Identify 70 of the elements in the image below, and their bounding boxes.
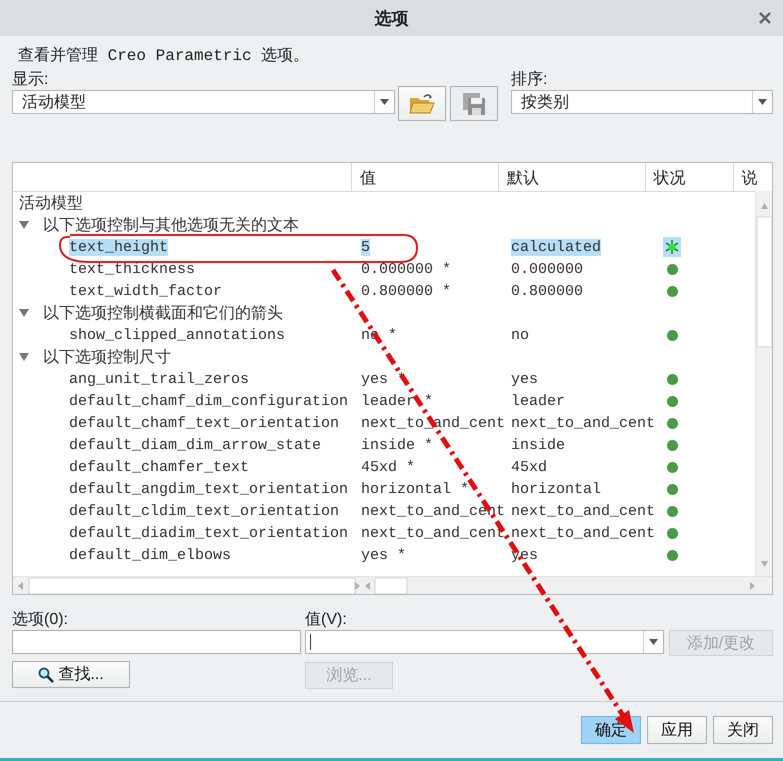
column-header[interactable]: 默认 (506, 170, 539, 187)
option-value: horizontal * (361, 480, 470, 498)
option-value: yes * (361, 546, 406, 564)
option-name: default_chamf_text_orientation (69, 414, 340, 432)
expanded-arrow-icon[interactable] (19, 308, 29, 318)
horizontal-scrollbar[interactable] (13, 576, 772, 594)
default-value: 0.800000 (511, 282, 584, 300)
option-value: 0.800000 * (361, 282, 452, 300)
option-value: 0.000000 * (361, 260, 452, 278)
expanded-arrow-icon[interactable] (19, 352, 29, 362)
find-button[interactable]: 查找... (12, 661, 130, 688)
vertical-scrollbar[interactable] (755, 191, 772, 576)
group-label[interactable]: 以下选项控制尺寸 (43, 346, 171, 368)
expanded-arrow-icon[interactable] (19, 220, 29, 230)
value-label: 值(V): (305, 610, 348, 630)
option-value: 5 (361, 238, 370, 256)
option-name: text_thickness (69, 260, 196, 278)
default-value: next_to_and_cent (511, 502, 656, 520)
window-title: 选项 (374, 8, 408, 30)
group-label[interactable]: 以下选项控制横截面和它们的箭头 (43, 302, 283, 324)
column-header[interactable]: 值 (360, 170, 376, 187)
tree-root-label: 活动模型 (19, 194, 83, 214)
default-value: 45xd (511, 458, 548, 476)
display-dropdown[interactable]: 活动模型 (12, 90, 395, 114)
option-name: default_diam_dim_arrow_state (69, 436, 322, 454)
column-header[interactable]: 说 (742, 170, 758, 187)
option-name: default_chamf_dim_configuration (69, 392, 348, 410)
close-icon[interactable] (759, 12, 771, 24)
default-value: next_to_and_cent (511, 524, 656, 542)
dropdown-caret-icon (380, 99, 389, 105)
default-value: yes (511, 546, 538, 564)
dropdown-caret-icon (758, 99, 767, 105)
default-value: next_to_and_cent (511, 414, 656, 432)
default-value: horizontal (511, 480, 602, 498)
group-label[interactable]: 以下选项控制与其他选项无关的文本 (43, 214, 299, 236)
display-label: 显示: (12, 70, 50, 90)
save-icon (462, 92, 486, 116)
option-name: ang_unit_trail_zeros (69, 370, 250, 388)
search-icon (38, 666, 54, 682)
value-dropdown[interactable] (305, 630, 664, 654)
option-name: show_clipped_annotations (69, 326, 286, 344)
option-name: default_angdim_text_orientation (69, 480, 348, 498)
default-value: calculated (511, 238, 602, 256)
default-value: yes (511, 370, 538, 388)
option-label: 选项(0): (12, 610, 69, 630)
default-value: no (511, 326, 530, 344)
option-name: default_dim_elbows (69, 546, 232, 564)
description-text: 查看并管理 Creo Parametric 选项。 (18, 46, 310, 65)
option-value: inside * (361, 436, 434, 454)
option-name: default_diadim_text_orientation (69, 524, 348, 542)
column-header[interactable]: 状况 (654, 170, 686, 187)
option-name: text_width_factor (69, 282, 222, 300)
open-button[interactable] (398, 86, 446, 121)
option-input-field[interactable] (12, 630, 301, 654)
dropdown-caret-icon (649, 639, 658, 645)
default-value: leader (511, 392, 566, 410)
option-value: next_to_and_cent (361, 502, 506, 520)
option-name: default_cldim_text_orientation (69, 502, 340, 520)
option-name: default_chamfer_text (69, 458, 250, 476)
default-value: 0.000000 (511, 260, 584, 278)
option-value: next_to_and_cent (361, 524, 506, 542)
dialog-button[interactable]: 关闭 (713, 716, 773, 744)
dialog-button[interactable]: 应用 (647, 716, 707, 744)
option-value: leader * (361, 392, 434, 410)
sort-dropdown[interactable]: 按类别 (511, 90, 773, 114)
default-value: inside (511, 436, 566, 454)
option-value: 45xd * (361, 458, 416, 476)
open-folder-icon (409, 92, 435, 114)
option-name: text_height (69, 238, 168, 256)
sort-label: 排序: (511, 70, 548, 90)
